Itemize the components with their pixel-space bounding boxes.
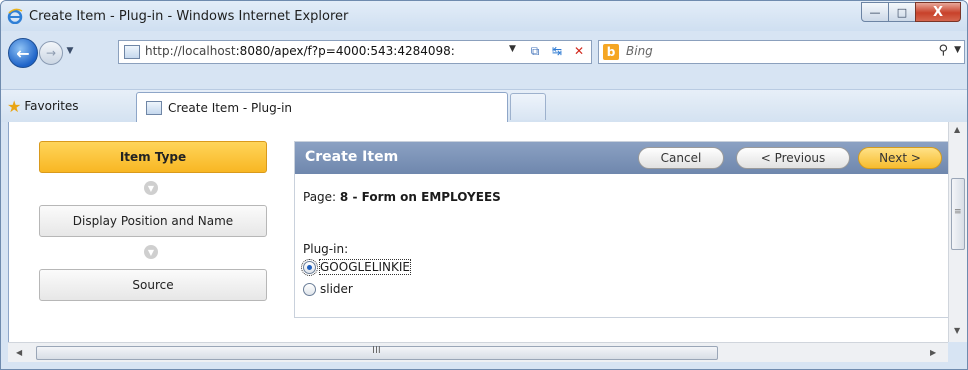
- radio-button-selected[interactable]: [301, 258, 318, 276]
- search-dropdown[interactable]: ▼: [954, 45, 961, 55]
- create-item-region: Create Item Cancel < Previous Next > Pag…: [294, 141, 952, 318]
- stop-button[interactable]: ✕: [568, 42, 590, 60]
- address-tools: ⧉ ↹ ✕: [524, 42, 590, 60]
- favorites-label: Favorites: [24, 99, 79, 113]
- window-controls: — □ X: [861, 2, 961, 22]
- region-title: Create Item: [305, 149, 399, 165]
- vertical-scrollbar[interactable]: ▲ ≡ ▼: [948, 122, 967, 342]
- previous-label: < Previous: [760, 151, 826, 165]
- step-connector-icon: ▼: [144, 245, 158, 259]
- refresh-icon: ↹: [551, 44, 563, 58]
- address-host: http://localhost: [145, 44, 236, 58]
- bing-icon: b: [603, 44, 619, 60]
- grip-icon: III: [372, 345, 381, 356]
- next-button[interactable]: Next >: [858, 147, 942, 169]
- step-connector-icon: ▼: [144, 181, 158, 195]
- star-icon: ★: [7, 96, 22, 116]
- plugin-option-label: GOOGLELINKIE: [319, 259, 411, 275]
- page-viewport: Item Type ▼ Display Position and Name ▼ …: [8, 122, 952, 342]
- chevron-down-icon: ▼: [147, 183, 155, 193]
- back-button[interactable]: ←: [8, 38, 38, 68]
- scroll-up-icon[interactable]: ▲: [954, 125, 960, 134]
- browser-window: Create Item - Plug-in - Windows Internet…: [0, 0, 968, 370]
- address-url[interactable]: http://localhost:8080/apex/f?p=4000:543:…: [145, 44, 525, 58]
- search-icon[interactable]: ⚲: [938, 43, 948, 58]
- maximize-button[interactable]: □: [888, 2, 916, 22]
- horizontal-scrollbar[interactable]: ◀ III ▶: [8, 342, 948, 363]
- radio-button[interactable]: [303, 282, 316, 296]
- page-label: Page:: [303, 190, 337, 204]
- wizard-step-display-position[interactable]: Display Position and Name: [39, 205, 267, 237]
- recent-pages-dropdown[interactable]: ▼: [64, 46, 76, 58]
- minimize-button[interactable]: —: [861, 2, 889, 22]
- scroll-down-icon[interactable]: ▼: [954, 326, 960, 335]
- back-arrow-icon: ←: [16, 43, 30, 63]
- next-label: Next >: [879, 151, 921, 165]
- cancel-label: Cancel: [660, 151, 702, 165]
- close-button[interactable]: X: [915, 2, 961, 22]
- plugin-option-googlelinkie[interactable]: GOOGLELINKIE: [301, 258, 411, 276]
- tab-create-item-plugin[interactable]: Create Item - Plug-in: [136, 92, 508, 122]
- window-bottom-edge: [1, 362, 967, 369]
- vertical-scroll-thumb[interactable]: ≡: [951, 178, 965, 250]
- chevron-down-icon: ▼: [147, 247, 155, 257]
- address-path: :8080/apex/f?p=4000:543:4284098:: [235, 44, 455, 58]
- internet-explorer-icon: [7, 8, 23, 24]
- address-bar[interactable]: http://localhost:8080/apex/f?p=4000:543:…: [118, 40, 592, 64]
- minimize-icon: —: [869, 5, 881, 19]
- previous-button[interactable]: < Previous: [736, 147, 850, 169]
- window-title: Create Item - Plug-in - Windows Internet…: [29, 9, 349, 24]
- forward-button[interactable]: →: [39, 41, 63, 65]
- region-header: Create Item Cancel < Previous Next >: [295, 142, 951, 174]
- chevron-down-icon: ▼: [66, 46, 74, 56]
- page-icon: [146, 101, 162, 115]
- tab-label: Create Item - Plug-in: [168, 101, 293, 115]
- plugin-label: Plug-in:: [303, 242, 349, 256]
- compatibility-view-icon: ⧉: [530, 43, 540, 58]
- wizard-step-label: Source: [132, 278, 174, 292]
- address-dropdown[interactable]: ▼: [509, 44, 516, 54]
- close-icon: X: [932, 4, 944, 20]
- scroll-left-icon[interactable]: ◀: [16, 348, 22, 357]
- title-bar: Create Item - Plug-in - Windows Internet…: [1, 1, 967, 31]
- horizontal-scroll-thumb[interactable]: III: [36, 345, 718, 360]
- chevron-down-icon: ▼: [954, 45, 961, 55]
- search-placeholder: Bing: [626, 44, 653, 58]
- maximize-icon: □: [896, 5, 908, 19]
- compatibility-view-button[interactable]: ⧉: [524, 42, 546, 60]
- favorites-button[interactable]: ★ Favorites: [7, 96, 79, 116]
- navigation-bar: ← → ▼ http://localhost:8080/apex/f?p=400…: [1, 33, 967, 73]
- bing-letter: b: [606, 45, 616, 59]
- new-tab-button[interactable]: [510, 93, 546, 120]
- wizard-step-label: Display Position and Name: [72, 214, 234, 228]
- forward-arrow-icon: →: [45, 46, 57, 60]
- wizard-step-source[interactable]: Source: [39, 269, 267, 301]
- scroll-right-icon[interactable]: ▶: [930, 348, 936, 357]
- page-icon: [124, 45, 140, 59]
- page-info: Page: 8 - Form on EMPLOYEES: [303, 190, 501, 204]
- refresh-button[interactable]: ↹: [546, 42, 568, 60]
- wizard-step-item-type[interactable]: Item Type: [39, 141, 267, 173]
- plugin-option-label: slider: [320, 282, 353, 296]
- wizard-step-label: Item Type: [119, 150, 187, 164]
- chevron-down-icon: ▼: [509, 44, 516, 54]
- cancel-button[interactable]: Cancel: [638, 147, 724, 169]
- plugin-option-slider[interactable]: slider: [303, 282, 353, 296]
- page-value: 8 - Form on EMPLOYEES: [339, 190, 501, 204]
- grip-icon: ≡: [954, 207, 962, 217]
- stop-icon: ✕: [573, 44, 585, 58]
- search-box[interactable]: b Bing ⚲ ▼: [598, 40, 965, 64]
- favorites-bar: ★ Favorites Create Item - Plug-in: [1, 89, 967, 122]
